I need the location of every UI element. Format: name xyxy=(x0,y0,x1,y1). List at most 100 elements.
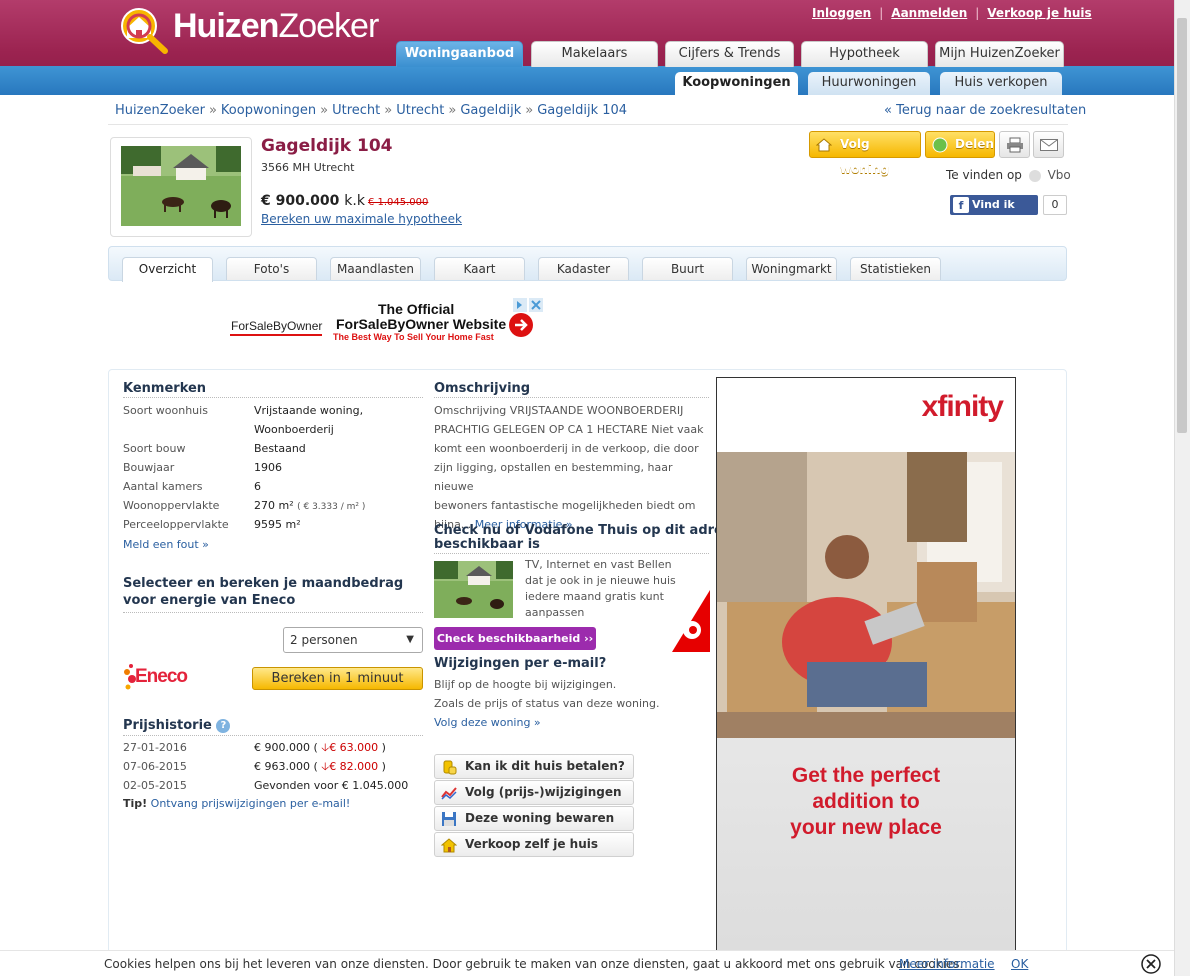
logo-bold: Huizen xyxy=(173,7,279,45)
household-select-value: 2 personen xyxy=(290,633,358,647)
property-photo xyxy=(121,146,241,226)
logo-icon[interactable] xyxy=(113,6,171,54)
tab-overzicht[interactable]: Overzicht xyxy=(122,257,213,282)
xfinity-ad[interactable]: xfinity Get the perfect addition to your… xyxy=(716,377,1016,967)
forsalebyowner-ad[interactable]: ForSaleByOwner The Official ForSaleByOwn… xyxy=(228,298,544,344)
prijshistorie-title-text: Prijshistorie xyxy=(123,718,212,733)
mortgage-calc-link[interactable]: Bereken uw maximale hypotheek xyxy=(261,212,462,226)
sell-yourself-label: Verkoop zelf je huis xyxy=(465,837,599,851)
tab-huurwoningen[interactable]: Huurwoningen xyxy=(808,72,930,95)
kenmerk-label: Bouwjaar xyxy=(123,461,175,474)
breadcrumb-item[interactable]: HuizenZoeker xyxy=(115,103,205,118)
price-change-value: € 82.000 xyxy=(329,760,379,773)
kenmerk-label: Aantal kamers xyxy=(123,480,203,493)
share-button[interactable]: Delen xyxy=(925,131,995,158)
cookie-ok-link[interactable]: OK xyxy=(1011,957,1028,971)
wijzigingen-title: Wijzigingen per e-mail? xyxy=(434,656,607,671)
property-thumbnail[interactable] xyxy=(110,137,252,237)
arrow-down-icon: 🡣 xyxy=(321,741,330,754)
affordability-label: Kan ik dit huis betalen? xyxy=(465,759,625,773)
kenmerk-value: 6 xyxy=(254,480,261,493)
tab-hypotheek[interactable]: Hypotheek xyxy=(801,41,928,67)
divider xyxy=(123,612,423,613)
ad-line1: The Official xyxy=(378,301,455,317)
vodafone-line: dat je ook in je nieuwe huis xyxy=(525,574,676,587)
tab-kaart[interactable]: Kaart xyxy=(434,257,525,280)
facebook-like-button[interactable]: f Vind ik leuk xyxy=(950,195,1038,231)
kenmerk-value: 270 m² ( € 3.333 / m² ) xyxy=(254,496,365,517)
tab-huis-verkopen[interactable]: Huis verkopen xyxy=(940,72,1062,95)
vodafone-line: iedere maand gratis kunt xyxy=(525,590,664,603)
kenmerk-row: Soort woonhuis Vrijstaande woning, xyxy=(123,401,423,420)
tab-buurt[interactable]: Buurt xyxy=(642,257,733,280)
sell-house-link[interactable]: Verkoop je huis xyxy=(987,6,1091,20)
save-property-button[interactable]: Deze woning bewaren xyxy=(434,806,634,831)
description-line: Omschrijving VRIJSTAANDE WOONBOERDERIJ xyxy=(434,404,684,417)
tab-kadaster[interactable]: Kadaster xyxy=(538,257,629,280)
help-icon[interactable]: ? xyxy=(216,718,231,733)
household-select[interactable]: 2 personen ▼ xyxy=(283,627,423,653)
breadcrumb-item[interactable]: Utrecht xyxy=(396,103,444,118)
tab-koopwoningen[interactable]: Koopwoningen xyxy=(675,72,798,95)
description-line: komt een woonboerderij in de verkoop, di… xyxy=(434,442,699,455)
report-error-link[interactable]: Meld een fout » xyxy=(123,538,209,551)
eneco-logo: Eneco xyxy=(123,662,203,692)
affordability-button[interactable]: Kan ik dit huis betalen? xyxy=(434,754,634,779)
register-link[interactable]: Aanmelden xyxy=(891,6,967,20)
history-date: 07-06-2015 xyxy=(123,760,187,773)
breadcrumb-item[interactable]: Utrecht xyxy=(332,103,380,118)
kenmerk-row: Soort bouw Bestaand xyxy=(123,439,423,458)
arrow-right-icon[interactable] xyxy=(508,312,534,338)
vodafone-title: Check nu of Vodafone Thuis op dit adres b… xyxy=(434,524,731,552)
tab-woningaanbod[interactable]: Woningaanbod xyxy=(396,41,523,67)
sell-yourself-button[interactable]: Verkoop zelf je huis xyxy=(434,832,634,857)
calculate-energy-button[interactable]: Bereken in 1 minuut xyxy=(252,667,423,690)
divider xyxy=(434,397,709,398)
tab-cijfers-trends[interactable]: Cijfers & Trends xyxy=(665,41,794,67)
email-button[interactable] xyxy=(1033,131,1064,158)
breadcrumb-item[interactable]: Gageldijk 104 xyxy=(537,103,627,118)
kenmerk-value: Bestaand xyxy=(254,442,306,455)
logo-thin: Zoeker xyxy=(278,7,379,45)
share-label: Delen xyxy=(955,137,994,151)
tab-maandlasten[interactable]: Maandlasten xyxy=(330,257,421,280)
breadcrumb-item[interactable]: Koopwoningen xyxy=(221,103,316,118)
tab-statistieken[interactable]: Statistieken xyxy=(850,257,941,280)
follow-property-button[interactable]: Volg woning xyxy=(809,131,921,176)
property-city: 3566 MH Utrecht xyxy=(261,161,355,174)
kenmerk-label: Soort woonhuis xyxy=(123,404,208,417)
divider xyxy=(123,735,423,736)
ad-photo xyxy=(717,452,1015,738)
divider xyxy=(123,397,423,398)
ad-brand: ForSaleByOwner xyxy=(231,319,323,333)
login-link[interactable]: Inloggen xyxy=(812,6,871,20)
check-availability-button[interactable]: Check beschikbaarheid ›› xyxy=(434,627,596,650)
follow-property-link[interactable]: Volg deze woning » xyxy=(434,716,541,729)
history-price-value: € 900.000 xyxy=(254,741,310,754)
vodafone-title-line2: beschikbaar is xyxy=(434,537,540,552)
kenmerk-row: Woonoppervlakte 270 m² ( € 3.333 / m² ) xyxy=(123,496,423,515)
scrollbar-thumb[interactable] xyxy=(1177,18,1187,433)
ad-tagline-line: Get the perfect xyxy=(791,764,941,787)
breadcrumb-item[interactable]: Gageldijk xyxy=(460,103,521,118)
price-tip: Tip! Ontvang prijswijzigingen per e-mail… xyxy=(123,797,350,810)
wijzigingen-line: Zoals de prijs of status van deze woning… xyxy=(434,697,660,710)
old-price: € 1.045.000 xyxy=(367,197,429,208)
follow-changes-button[interactable]: Volg (prijs-)wijzigingen xyxy=(434,780,634,805)
vodafone-property-photo xyxy=(434,561,513,618)
tab-fotos[interactable]: Foto's xyxy=(226,257,317,280)
logo-text[interactable]: HuizenZoeker xyxy=(173,7,379,46)
close-icon[interactable] xyxy=(1141,954,1161,974)
vodafone-line: TV, Internet en vast Bellen xyxy=(525,558,672,571)
tab-mijn-huizenzoeker[interactable]: Mijn HuizenZoeker xyxy=(935,41,1064,67)
tab-makelaars[interactable]: Makelaars xyxy=(531,41,658,67)
breadcrumb: HuizenZoeker» Koopwoningen» Utrecht» Utrech… xyxy=(115,103,628,118)
price-alert-link[interactable]: Ontvang prijswijzigingen per e-mail! xyxy=(151,797,351,810)
wijzigingen-text: Blijf op de hoogte bij wijzigingen. Zoal… xyxy=(434,675,660,732)
print-button[interactable] xyxy=(999,131,1030,158)
tab-woningmarkt[interactable]: Woningmarkt xyxy=(746,257,837,280)
ad-close-icon[interactable] xyxy=(513,298,543,312)
cookie-more-info-link[interactable]: Meer informatie xyxy=(899,957,995,971)
back-to-results-link[interactable]: « Terug naar de zoekresultaten xyxy=(884,103,1086,118)
price-change-value: € 63.000 xyxy=(329,741,379,754)
